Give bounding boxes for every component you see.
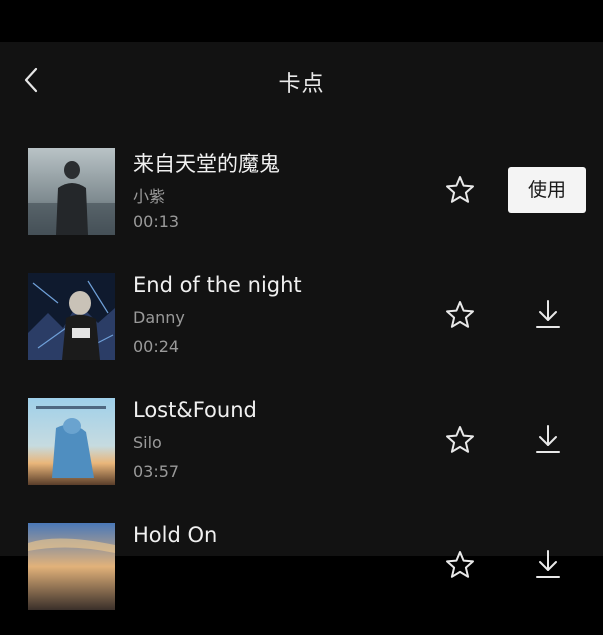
download-icon [536,550,560,578]
song-duration: 00:13 [133,212,180,231]
favorite-button[interactable] [444,424,476,456]
download-button[interactable] [532,297,564,331]
song-title: End of the night [133,273,302,297]
album-cover [28,523,115,610]
music-library-screen: 卡点 来自天堂的魔鬼 小紫 00:13 使用 End of the night … [0,42,603,610]
song-row[interactable]: End of the night Danny 00:24 [0,265,603,385]
use-button[interactable]: 使用 [508,167,586,213]
status-bar [0,0,603,42]
download-button[interactable] [532,422,564,456]
page-title: 卡点 [278,72,325,97]
album-cover [28,398,115,485]
song-row[interactable]: Hold On [0,515,603,635]
album-cover [28,148,115,235]
song-title: Lost&Found [133,398,257,422]
star-icon [446,301,474,328]
artist-name: Danny [133,308,185,327]
favorite-button[interactable] [444,174,476,206]
album-cover [28,273,115,360]
song-duration: 00:24 [133,337,180,356]
header: 卡点 [0,42,603,122]
star-icon [446,551,474,578]
song-row[interactable]: 来自天堂的魔鬼 小紫 00:13 使用 [0,140,603,260]
song-title: 来自天堂的魔鬼 [133,152,280,176]
song-duration: 03:57 [133,462,180,481]
favorite-button[interactable] [444,299,476,331]
download-icon [536,300,560,328]
song-title: Hold On [133,523,218,547]
artist-name: 小紫 [133,187,166,206]
favorite-button[interactable] [444,549,476,581]
star-icon [446,176,474,203]
artist-name: Silo [133,433,162,452]
song-row[interactable]: Lost&Found Silo 03:57 [0,390,603,510]
download-button[interactable] [532,547,564,581]
star-icon [446,426,474,453]
download-icon [536,425,560,453]
